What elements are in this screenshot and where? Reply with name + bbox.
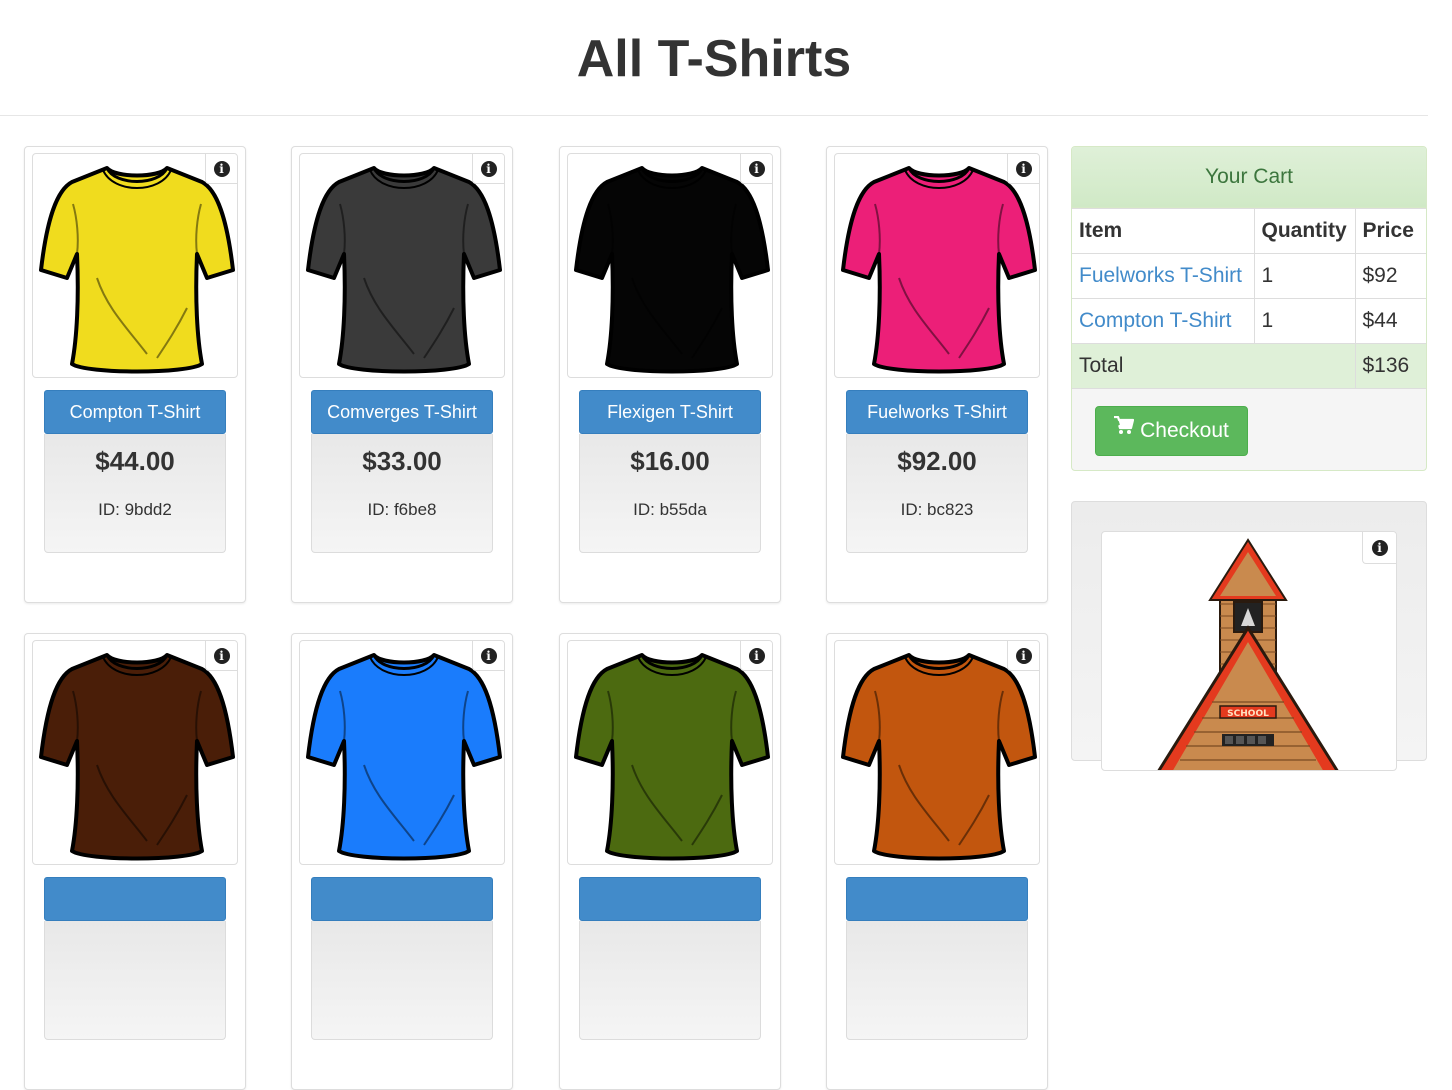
cart-total-value: $136 — [1354, 343, 1426, 389]
tshirt-image — [306, 166, 502, 374]
product-card: i — [559, 633, 781, 1090]
cart-total-label: Total — [1072, 343, 1356, 389]
product-thumbnail[interactable]: i — [299, 153, 505, 378]
price-panel: $92.00 ID: bc823 — [846, 434, 1028, 553]
info-icon: i — [748, 160, 765, 177]
cart-heading: Your Cart — [1072, 147, 1426, 208]
price-panel — [311, 921, 493, 1040]
checkout-button[interactable]: Checkout — [1095, 406, 1248, 456]
product-card: i Fuelworks T-Shirt $92.00 ID: bc823 — [826, 146, 1048, 603]
promo-panel: SCHOOL i — [1071, 501, 1427, 771]
info-button[interactable]: i — [472, 154, 504, 184]
cart-item-price: $44 — [1354, 298, 1426, 344]
info-icon: i — [1015, 160, 1032, 177]
title-divider — [0, 115, 1428, 116]
info-button[interactable]: i — [1007, 154, 1039, 184]
tshirt-image — [39, 653, 235, 861]
cart-item-link[interactable]: Compton T-Shirt — [1079, 309, 1232, 332]
tshirt-image — [841, 653, 1037, 861]
tshirt-image — [39, 166, 235, 374]
cart-item-link[interactable]: Fuelworks T-Shirt — [1079, 264, 1242, 287]
info-icon: i — [480, 160, 497, 177]
schoolhouse-illustration: SCHOOL — [1157, 538, 1339, 770]
product-thumbnail[interactable]: i — [32, 153, 238, 378]
info-button[interactable]: i — [1362, 532, 1396, 564]
price-panel: $44.00 ID: 9bdd2 — [44, 434, 226, 553]
school-sign: SCHOOL — [1227, 709, 1269, 719]
price-panel — [579, 921, 761, 1040]
info-icon: i — [213, 160, 230, 177]
promo-thumbnail[interactable]: SCHOOL i — [1101, 531, 1397, 771]
product-name-button[interactable] — [846, 877, 1028, 921]
info-button[interactable]: i — [205, 154, 237, 184]
product-name-button[interactable] — [579, 877, 761, 921]
product-price: $44.00 — [95, 446, 175, 476]
product-thumbnail[interactable]: i — [567, 640, 773, 865]
price-panel — [846, 921, 1028, 1040]
info-button[interactable]: i — [740, 641, 772, 671]
page-title: All T-Shirts — [576, 30, 852, 88]
product-thumbnail[interactable]: i — [32, 640, 238, 865]
cart-col-price: Price — [1354, 208, 1426, 254]
product-id: ID: b55da — [633, 500, 707, 519]
product-name-button[interactable]: Compton T-Shirt — [44, 390, 226, 434]
info-icon: i — [480, 647, 497, 664]
product-name-button[interactable]: Flexigen T-Shirt — [579, 390, 761, 434]
cart-item-price: $92 — [1354, 253, 1426, 299]
cart-panel: Your Cart Item Quantity Price Fuelworks … — [1071, 146, 1427, 471]
product-name-button[interactable]: Comverges T-Shirt — [311, 390, 493, 434]
info-button[interactable]: i — [740, 154, 772, 184]
product-name-button[interactable] — [44, 877, 226, 921]
cart-item-quantity: 1 — [1253, 298, 1356, 344]
product-id: ID: f6be8 — [367, 500, 437, 519]
product-thumbnail[interactable]: i — [834, 153, 1040, 378]
cart-col-quantity: Quantity — [1253, 208, 1356, 254]
product-price: $33.00 — [362, 446, 442, 476]
tshirt-image — [306, 653, 502, 861]
cart-col-item: Item — [1072, 208, 1255, 254]
shopping-cart-icon — [1114, 405, 1135, 453]
cart-item-quantity: 1 — [1253, 253, 1356, 299]
checkout-label: Checkout — [1140, 419, 1229, 442]
cart-table: Item Quantity Price Fuelworks T-Shirt 1 … — [1072, 208, 1426, 389]
tshirt-image — [574, 166, 770, 374]
product-thumbnail[interactable]: i — [834, 640, 1040, 865]
tshirt-image — [841, 166, 1037, 374]
product-thumbnail[interactable]: i — [299, 640, 505, 865]
cart-row: Fuelworks T-Shirt 1 $92 — [1072, 253, 1426, 299]
product-card: i Comverges T-Shirt $33.00 ID: f6be8 — [291, 146, 513, 603]
price-panel: $33.00 ID: f6be8 — [311, 434, 493, 553]
product-thumbnail[interactable]: i — [567, 153, 773, 378]
tshirt-image — [574, 653, 770, 861]
product-name-button[interactable] — [311, 877, 493, 921]
product-card: i Compton T-Shirt $44.00 ID: 9bdd2 — [24, 146, 246, 603]
price-panel: $16.00 ID: b55da — [579, 434, 761, 553]
info-button[interactable]: i — [472, 641, 504, 671]
info-icon: i — [1371, 539, 1388, 556]
info-icon: i — [748, 647, 765, 664]
product-card: i Flexigen T-Shirt $16.00 ID: b55da — [559, 146, 781, 603]
product-price: $92.00 — [897, 446, 977, 476]
product-name-button[interactable]: Fuelworks T-Shirt — [846, 390, 1028, 434]
price-panel — [44, 921, 226, 1040]
product-price: $16.00 — [630, 446, 710, 476]
info-icon: i — [213, 647, 230, 664]
info-button[interactable]: i — [1007, 641, 1039, 671]
info-icon: i — [1015, 647, 1032, 664]
product-card: i — [24, 633, 246, 1090]
cart-header-row: Item Quantity Price — [1072, 208, 1426, 254]
product-id: ID: bc823 — [900, 500, 974, 519]
product-card: i — [826, 633, 1048, 1090]
product-card: i — [291, 633, 513, 1090]
cart-row: Compton T-Shirt 1 $44 — [1072, 298, 1426, 344]
product-id: ID: 9bdd2 — [98, 500, 172, 519]
cart-total-row: Total $136 — [1072, 343, 1426, 389]
info-button[interactable]: i — [205, 641, 237, 671]
